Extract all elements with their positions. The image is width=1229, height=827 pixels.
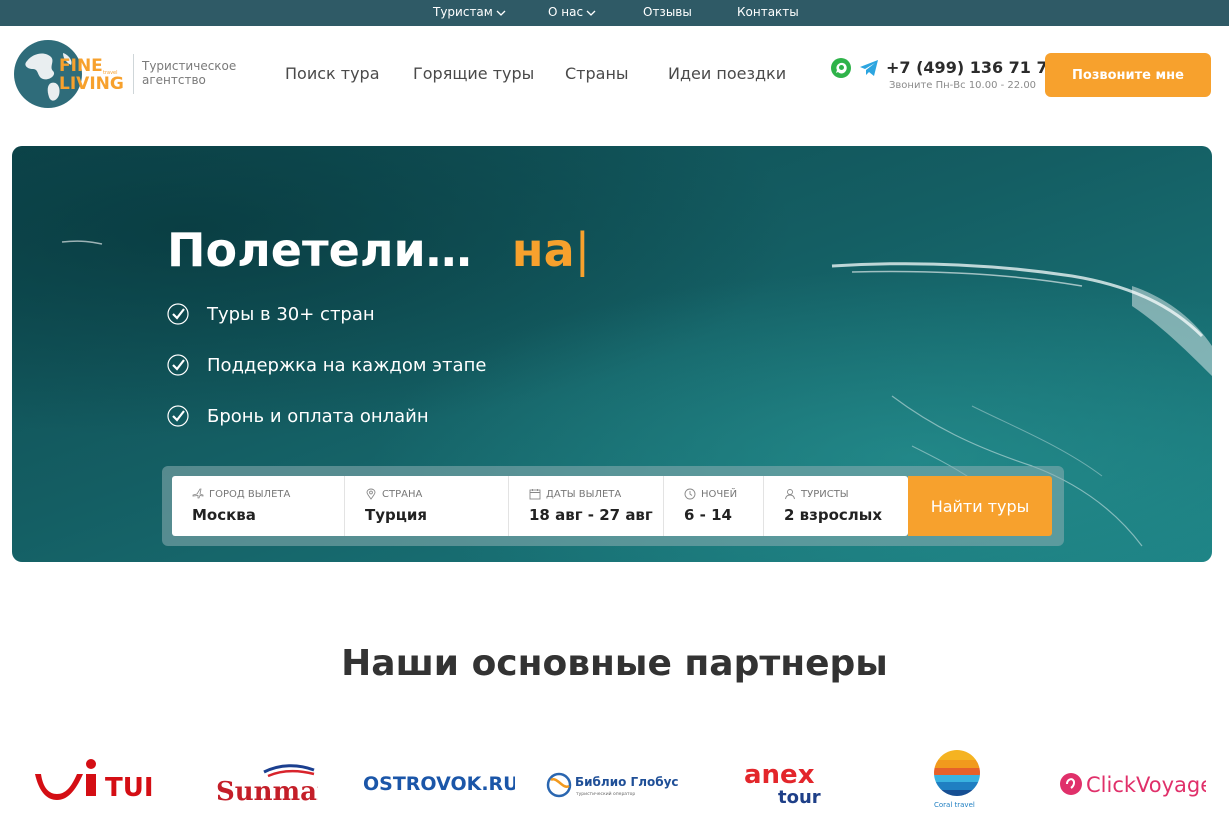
topbar-menu-tourists[interactable]: Туристам xyxy=(433,5,506,19)
partner-logo-coral[interactable]: Coral travel xyxy=(930,745,984,815)
hero-title-text: Полетели… xyxy=(167,223,472,277)
field-label: Туристы xyxy=(784,488,849,500)
tour-search-panel: Город вылета Москва Страна Турция Даты в… xyxy=(162,466,1064,546)
hero-title-accent: на xyxy=(511,223,575,277)
feature-item: Поддержка на каждом этапе xyxy=(167,354,486,376)
telegram-icon[interactable] xyxy=(858,57,880,79)
country-field[interactable]: Страна Турция xyxy=(345,476,509,536)
field-label: Страна xyxy=(365,488,422,500)
sunmar-logo-text: Sunmar xyxy=(216,777,318,807)
topbar-menu-about[interactable]: О нас xyxy=(548,5,596,19)
topbar-link-contacts[interactable]: Контакты xyxy=(737,5,799,19)
field-label: Даты вылета xyxy=(529,488,621,500)
checkmark-icon xyxy=(167,303,189,325)
working-hours: Звоните Пн-Вс 10.00 - 22.00 xyxy=(889,80,1037,91)
topbar-label: Туристам xyxy=(433,5,493,19)
partner-logo-tui[interactable]: TUI xyxy=(33,745,153,815)
person-icon xyxy=(785,489,795,500)
checkmark-icon xyxy=(167,354,189,376)
tui-logo-text: TUI xyxy=(105,773,153,803)
partner-logo-clickvoyage[interactable]: ClickVoyage xyxy=(1058,745,1206,815)
typing-caret: | xyxy=(574,223,591,277)
find-tours-button[interactable]: Найти туры xyxy=(908,476,1052,536)
field-label-text: Ночей xyxy=(701,488,738,500)
tourists-value: 2 взрослых xyxy=(784,506,883,524)
biblio-globus-logo-icon: Библио Глобус туристический оператор xyxy=(546,772,679,798)
feature-text: Бронь и оплата онлайн xyxy=(207,405,429,427)
field-label: Город вылета xyxy=(192,488,290,500)
location-pin-icon xyxy=(366,488,376,500)
top-bar: Туристам О нас Отзывы Контакты xyxy=(0,0,1229,26)
field-label-text: Страна xyxy=(382,488,423,500)
feature-item: Бронь и оплата онлайн xyxy=(167,405,429,427)
biblio-globus-logo-text: Библио Глобус xyxy=(575,775,679,789)
tour-search-form: Город вылета Москва Страна Турция Даты в… xyxy=(172,476,908,536)
field-label-text: Туристы xyxy=(801,488,849,500)
nav-countries[interactable]: Страны xyxy=(565,64,629,83)
ostrovok-logo-text: OSTROVOK.RU xyxy=(363,773,515,795)
feature-item: Туры в 30+ стран xyxy=(167,303,375,325)
clickvoyage-logo-text: ClickVoyage xyxy=(1086,773,1206,797)
tui-logo-icon: TUI xyxy=(35,759,153,803)
logo-text-travel: travel xyxy=(103,70,118,76)
checkmark-icon xyxy=(167,405,189,427)
site-logo[interactable]: FINE LIVING travel xyxy=(13,39,128,109)
chevron-down-icon xyxy=(496,10,506,16)
partner-logo-anex[interactable]: anex tour xyxy=(744,745,824,815)
field-label: Ночей xyxy=(684,488,737,500)
departure-city-field[interactable]: Город вылета Москва xyxy=(172,476,345,536)
site-header: FINE LIVING travel Туристическое агентст… xyxy=(0,26,1229,126)
globe-logo-icon: FINE LIVING travel xyxy=(14,40,124,108)
logo-divider xyxy=(133,54,134,94)
feature-text: Туры в 30+ стран xyxy=(207,303,375,325)
dates-value: 18 авг - 27 авг xyxy=(529,506,653,524)
nav-tour-search[interactable]: Поиск тура xyxy=(285,64,380,83)
coral-travel-logo-icon: Coral travel xyxy=(934,750,980,809)
phone-number[interactable]: +7 (499) 136 71 71 xyxy=(886,58,1059,77)
agency-tagline: Туристическое агентство xyxy=(142,59,237,87)
chevron-down-icon xyxy=(586,10,596,16)
calendar-icon xyxy=(529,489,541,500)
anex-logo-text: anex xyxy=(744,760,815,790)
topbar-label: О нас xyxy=(548,5,584,19)
whatsapp-icon[interactable] xyxy=(830,57,852,79)
dates-field[interactable]: Даты вылета 18 авг - 27 авг xyxy=(509,476,664,536)
hero-title: Полетели… на| xyxy=(167,223,590,277)
logo-text-living: LIVING xyxy=(59,74,124,94)
partners-heading: Наши основные партнеры xyxy=(341,643,888,684)
ostrovok-logo-icon: OSTROVOK.RU xyxy=(363,773,515,795)
anex-tour-logo-icon: anex tour xyxy=(744,760,821,808)
departure-city-value: Москва xyxy=(192,506,256,524)
partner-logo-sunmar[interactable]: Sunmar xyxy=(214,745,318,815)
field-label-text: Город вылета xyxy=(209,488,291,500)
nights-value: 6 - 14 xyxy=(684,506,732,524)
country-value: Турция xyxy=(365,506,428,524)
plane-icon xyxy=(192,488,204,499)
field-label-text: Даты вылета xyxy=(546,488,622,500)
nav-trip-ideas[interactable]: Идеи поездки xyxy=(668,64,786,83)
tourists-field[interactable]: Туристы 2 взрослых xyxy=(764,476,908,536)
feature-text: Поддержка на каждом этапе xyxy=(207,354,487,376)
topbar-link-reviews[interactable]: Отзывы xyxy=(643,5,692,19)
sunmar-logo-icon: Sunmar xyxy=(216,764,318,807)
nights-field[interactable]: Ночей 6 - 14 xyxy=(664,476,764,536)
partner-logo-ostrovok[interactable]: OSTROVOK.RU xyxy=(363,745,515,815)
call-me-button[interactable]: Позвоните мне xyxy=(1045,53,1211,97)
coral-logo-text: Coral travel xyxy=(934,801,975,809)
partner-logo-biblio-globus[interactable]: Библио Глобус туристический оператор xyxy=(545,745,680,815)
tour-logo-text: tour xyxy=(778,787,821,808)
clock-icon xyxy=(684,488,696,500)
hero-banner: Полетели… на| Туры в 30+ стран Поддержка … xyxy=(12,146,1212,562)
biblio-globus-subtext: туристический оператор xyxy=(576,790,635,797)
clickvoyage-logo-icon: ClickVoyage xyxy=(1060,773,1206,797)
nav-hot-tours[interactable]: Горящие туры xyxy=(413,64,534,83)
logo-text-fine: FINE xyxy=(59,56,103,76)
